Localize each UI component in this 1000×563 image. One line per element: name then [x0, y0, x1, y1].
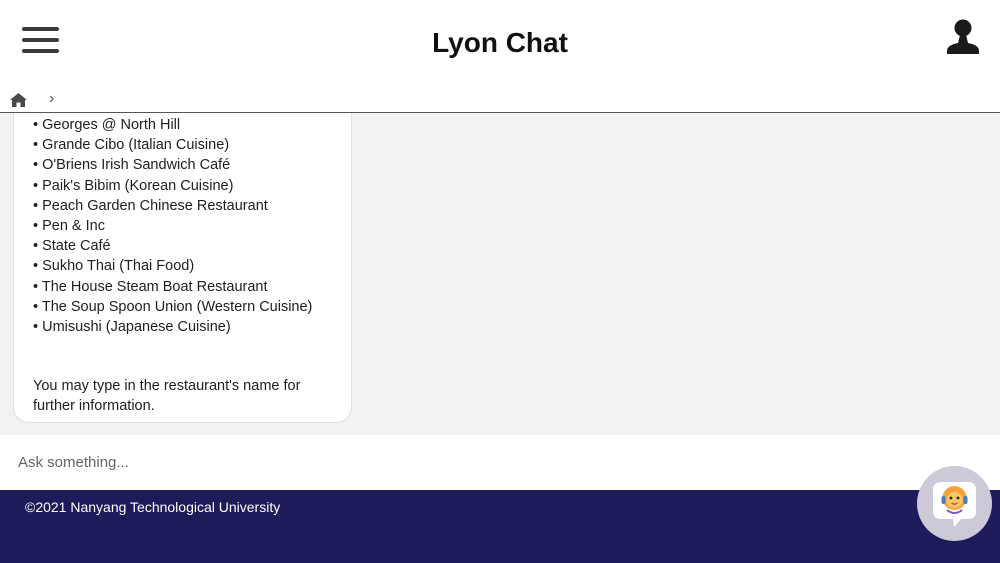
breadcrumb: ›	[0, 88, 1000, 113]
list-item: • State Café	[33, 238, 111, 255]
bot-message-bubble: • Georges @ North Hill • Grande Cibo (It…	[13, 113, 352, 423]
user-icon[interactable]	[946, 18, 980, 56]
message-input-bar	[0, 435, 1000, 490]
list-item: • The House Steam Boat Restaurant	[33, 278, 268, 295]
chat-area[interactable]: • Georges @ North Hill • Grande Cibo (It…	[0, 113, 1000, 435]
list-item: • Peach Garden Chinese Restaurant	[33, 197, 268, 214]
list-item: • Grande Cibo (Italian Cuisine)	[33, 137, 230, 154]
home-icon[interactable]	[10, 93, 27, 107]
list-item: • Georges @ North Hill	[33, 117, 181, 133]
list-item: • Pen & Inc	[33, 218, 105, 235]
list-item: • O'Briens Irish Sandwich Café	[33, 157, 231, 174]
footer: ©2021 Nanyang Technological University	[0, 490, 1000, 563]
list-item: • Sukho Thai (Thai Food)	[33, 258, 195, 275]
chatbot-launcher-button[interactable]	[917, 466, 992, 541]
bot-message-prompt: You may type in the restaurant's name fo…	[33, 378, 301, 414]
chevron-right-icon: ›	[49, 90, 55, 107]
list-item: • The Soup Spoon Union (Western Cuisine)	[33, 298, 313, 315]
app-header: Lyon Chat	[0, 0, 1000, 88]
message-input[interactable]	[8, 447, 888, 477]
list-item: • Paik's Bibim (Korean Cuisine)	[33, 177, 234, 194]
lion-bot-icon	[933, 482, 976, 527]
list-item: • Umisushi (Japanese Cuisine)	[33, 319, 231, 336]
copyright-text: ©2021 Nanyang Technological University	[25, 499, 281, 515]
page-title: Lyon Chat	[432, 27, 568, 58]
restaurant-list: • Georges @ North Hill • Grande Cibo (It…	[33, 115, 343, 337]
